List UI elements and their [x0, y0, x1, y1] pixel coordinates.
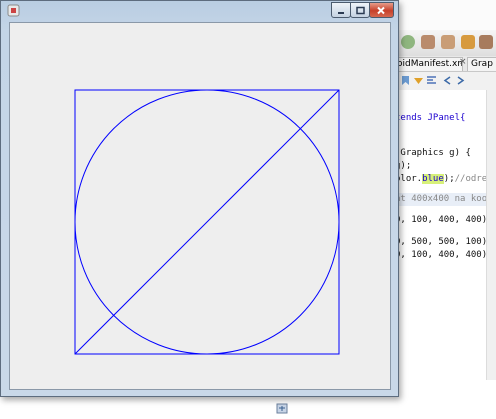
ide-tab-bar: oidManifest.xml × Grap [393, 56, 496, 72]
tab-android-manifest[interactable]: oidManifest.xml [393, 57, 463, 71]
toggle-icon[interactable] [413, 75, 424, 86]
editor-scrollbar[interactable] [486, 90, 496, 380]
code-line-paint: (Graphics g) { [395, 147, 471, 160]
code-text: (Graphics g) { [395, 148, 471, 158]
bookmark-icon[interactable] [400, 75, 411, 86]
close-icon [377, 6, 385, 15]
java-window [0, 0, 399, 397]
java-app-icon[interactable] [7, 4, 20, 17]
code-text: 0, 100, 400, 400); [395, 250, 493, 260]
code-highlight: blue [422, 174, 444, 184]
close-icon[interactable]: × [459, 57, 467, 67]
code-text: ); [443, 174, 455, 184]
code-text: 0, 100, 400, 400); [395, 215, 493, 225]
maximize-button[interactable] [350, 2, 370, 18]
tab-graphics[interactable]: Grap [467, 57, 496, 71]
code-comment: at 400x400 na koor [395, 194, 493, 204]
code-line-setcolor: olor.blue);//odredj [395, 173, 496, 186]
code-line-call2: 0, 500, 500, 100); [395, 236, 493, 249]
minimize-icon [338, 12, 344, 14]
code-editor[interactable]: tends JPanel{ (Graphics g) { g); olor.bl… [395, 90, 496, 380]
ide-toolbar [395, 30, 496, 57]
tab-label: oidManifest.xml [397, 59, 463, 69]
shift-right-icon[interactable] [455, 75, 466, 86]
drawing-panel [9, 22, 391, 390]
code-line-call3: 0, 100, 400, 400); [395, 249, 493, 262]
minimize-button[interactable] [331, 2, 351, 18]
download-icon[interactable] [461, 35, 475, 49]
code-line-extends: tends JPanel{ [395, 112, 465, 125]
maximize-icon [356, 6, 365, 15]
code-text: 0, 500, 500, 100); [395, 237, 493, 247]
shift-left-icon[interactable] [442, 75, 453, 86]
drawing-canvas [74, 89, 340, 355]
editor-toolbar [395, 72, 496, 91]
tray-icon[interactable] [276, 402, 288, 415]
code-line-call1: 0, 100, 400, 400); [395, 214, 493, 227]
tab-label: Grap [471, 59, 493, 69]
format-icon[interactable] [426, 75, 437, 86]
code-text: tends JPanel{ [395, 113, 466, 123]
title-bar[interactable] [1, 1, 398, 22]
drawn-diagonal-line [74, 89, 340, 355]
code-text: olor. [395, 174, 423, 184]
build-icon[interactable] [421, 35, 435, 49]
debug-icon[interactable] [479, 35, 493, 49]
code-line-comment: at 400x400 na koor [395, 193, 493, 206]
clean-icon[interactable] [441, 35, 455, 49]
close-button[interactable] [369, 2, 394, 18]
run-icon[interactable] [401, 35, 415, 49]
